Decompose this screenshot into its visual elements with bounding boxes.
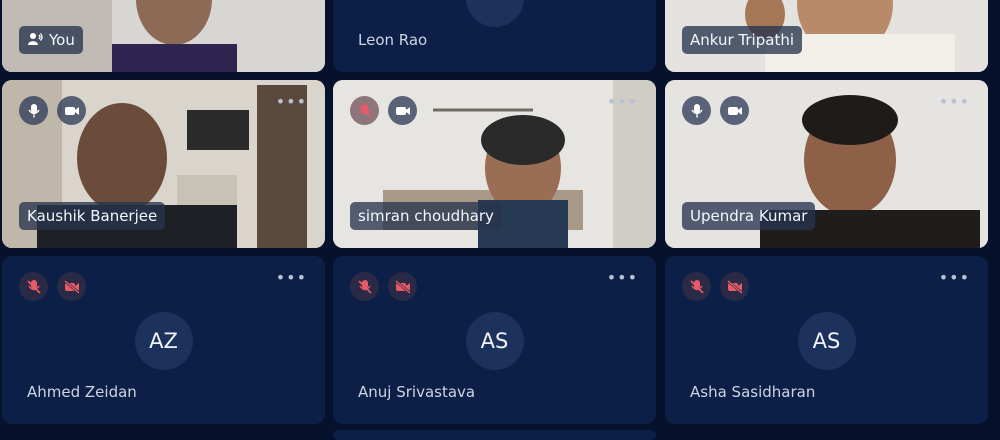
participant-name: Kaushik Banerjee: [27, 207, 158, 225]
name-badge: Leon Rao: [350, 26, 435, 54]
name-badge: Asha Sasidharan: [682, 378, 823, 406]
participant-name: Anuj Srivastava: [358, 383, 476, 401]
name-badge: Upendra Kumar: [682, 202, 816, 230]
participant-tile-ahmed[interactable]: ••• AZ Ahmed Zeidan: [2, 256, 325, 424]
video-camera-off-icon[interactable]: [388, 272, 417, 301]
participant-tile-anuj[interactable]: ••• AS Anuj Srivastava: [333, 256, 656, 424]
tile-controls: [682, 96, 749, 125]
participant-tile-upendra[interactable]: ••• Upendra Kumar: [665, 80, 988, 248]
avatar: AZ: [134, 312, 193, 370]
microphone-off-icon[interactable]: [682, 272, 711, 301]
participant-name: Ahmed Zeidan: [27, 383, 137, 401]
avatar: AS: [797, 312, 856, 370]
name-badge: You: [19, 26, 83, 54]
tile-controls: [350, 272, 417, 301]
more-options-icon[interactable]: •••: [276, 270, 307, 286]
microphone-off-icon[interactable]: [350, 96, 379, 125]
name-badge: Anuj Srivastava: [350, 378, 483, 406]
participant-tile-you[interactable]: You: [2, 0, 325, 72]
more-options-icon[interactable]: •••: [939, 270, 970, 286]
microphone-icon[interactable]: [19, 96, 48, 125]
tile-controls: [19, 96, 86, 125]
video-camera-icon[interactable]: [720, 96, 749, 125]
tile-controls: [19, 272, 86, 301]
video-camera-off-icon[interactable]: [720, 272, 749, 301]
avatar: [465, 0, 524, 27]
participant-name: Leon Rao: [358, 31, 428, 49]
microphone-off-icon[interactable]: [19, 272, 48, 301]
more-options-icon[interactable]: •••: [276, 94, 307, 110]
microphone-icon[interactable]: [682, 96, 711, 125]
name-badge: simran choudhary: [350, 202, 502, 230]
participant-name: You: [49, 31, 75, 49]
participant-name: Ankur Tripathi: [690, 31, 794, 49]
video-camera-off-icon[interactable]: [57, 272, 86, 301]
tile-controls: [350, 96, 417, 125]
name-badge: Ankur Tripathi: [682, 26, 802, 54]
video-camera-icon[interactable]: [57, 96, 86, 125]
participant-tile-leon[interactable]: Leon Rao: [333, 0, 656, 72]
video-camera-icon[interactable]: [388, 96, 417, 125]
more-options-icon[interactable]: •••: [939, 94, 970, 110]
tile-partial: [333, 430, 656, 440]
participant-name: Upendra Kumar: [690, 207, 808, 225]
tile-controls: [682, 272, 749, 301]
microphone-off-icon[interactable]: [350, 272, 379, 301]
more-options-icon[interactable]: •••: [607, 94, 638, 110]
participant-tile-simran[interactable]: ••• simran choudhary: [333, 80, 656, 248]
participant-name: Asha Sasidharan: [690, 383, 816, 401]
user-speaking-icon: [27, 27, 43, 55]
more-options-icon[interactable]: •••: [607, 270, 638, 286]
participant-tile-asha[interactable]: ••• AS Asha Sasidharan: [665, 256, 988, 424]
participant-tile-ankur[interactable]: Ankur Tripathi: [665, 0, 988, 72]
name-badge: Kaushik Banerjee: [19, 202, 166, 230]
name-badge: Ahmed Zeidan: [19, 378, 145, 406]
participant-name: simran choudhary: [358, 207, 494, 225]
participant-tile-kaushik[interactable]: ••• Kaushik Banerjee: [2, 80, 325, 248]
avatar: AS: [465, 312, 524, 370]
